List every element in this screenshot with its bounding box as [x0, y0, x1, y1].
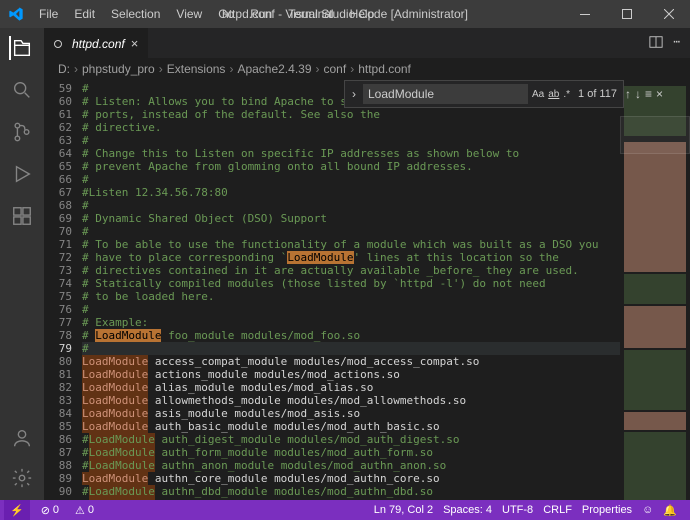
code-line[interactable]: # Dynamic Shared Object (DSO) Support: [82, 212, 620, 225]
title-bar: FileEditSelectionViewGoRunTerminalHelp h…: [0, 0, 690, 28]
status-spaces[interactable]: Spaces: 4: [438, 504, 497, 516]
code-line[interactable]: LoadModule authn_core_module modules/mod…: [82, 472, 620, 485]
status-remote[interactable]: ⚡: [4, 500, 30, 520]
code-line[interactable]: #LoadModule authn_dbd_module modules/mod…: [82, 485, 620, 498]
search-icon[interactable]: [10, 78, 34, 102]
find-expand-icon[interactable]: ›: [349, 87, 359, 101]
find-close-icon[interactable]: ×: [656, 87, 663, 101]
status-bar: ⚡ ⊘ 0 ⚠ 0 Ln 79, Col 2 Spaces: 4 UTF-8 C…: [0, 500, 690, 520]
status-line-col[interactable]: Ln 79, Col 2: [369, 504, 438, 516]
code-line[interactable]: # directives contained in it are actuall…: [82, 264, 620, 277]
code-line[interactable]: #LoadModule authn_anon_module modules/mo…: [82, 459, 620, 472]
status-errors[interactable]: ⊘ 0: [36, 504, 64, 517]
close-button[interactable]: [648, 0, 690, 28]
code-line[interactable]: # have to place corresponding `LoadModul…: [82, 251, 620, 264]
match-word-icon[interactable]: ab: [548, 85, 559, 103]
code-line[interactable]: #LoadModule authn_dbm_module modules/mod…: [82, 498, 620, 500]
status-eol[interactable]: CRLF: [538, 504, 577, 516]
breadcrumb[interactable]: D: › phpstudy_pro › Extensions › Apache2…: [44, 58, 690, 80]
code-line[interactable]: #: [82, 173, 620, 186]
code-line[interactable]: # ports, instead of the default. See als…: [82, 108, 620, 121]
settings-gear-icon[interactable]: [10, 466, 34, 490]
code-line[interactable]: # Statically compiled modules (those lis…: [82, 277, 620, 290]
code-line[interactable]: #: [82, 199, 620, 212]
find-prev-icon[interactable]: ↑: [625, 87, 631, 101]
code-area[interactable]: › Aa ab .* 1 of 117 ↑ ↓ ≡ × 596061626364…: [44, 80, 690, 500]
split-editor-icon[interactable]: [649, 35, 663, 52]
status-encoding[interactable]: UTF-8: [497, 504, 538, 516]
editor-area: httpd.conf × ⋯ D: › phpstudy_pro › Exten…: [44, 28, 690, 500]
find-input[interactable]: [363, 84, 528, 104]
menu-terminal[interactable]: Terminal: [281, 3, 340, 25]
explorer-icon[interactable]: [9, 36, 33, 60]
find-selection-icon[interactable]: ≡: [645, 87, 652, 101]
code-line[interactable]: # prevent Apache from glomming onto all …: [82, 160, 620, 173]
menu-help[interactable]: Help: [343, 3, 382, 25]
code-line[interactable]: LoadModule actions_module modules/mod_ac…: [82, 368, 620, 381]
line-gutter: 5960616263646566676869707172737475767778…: [44, 80, 82, 500]
code-line[interactable]: LoadModule asis_module modules/mod_asis.…: [82, 407, 620, 420]
more-actions-icon[interactable]: ⋯: [673, 35, 680, 52]
menu-run[interactable]: Run: [243, 3, 279, 25]
code-line[interactable]: LoadModule auth_basic_module modules/mod…: [82, 420, 620, 433]
breadcrumb-segment[interactable]: Apache2.4.39: [237, 62, 311, 76]
find-count: 1 of 117: [574, 88, 621, 100]
breadcrumb-segment[interactable]: Extensions: [167, 62, 226, 76]
code-line[interactable]: LoadModule allowmethods_module modules/m…: [82, 394, 620, 407]
code-line[interactable]: #: [82, 303, 620, 316]
extensions-icon[interactable]: [10, 204, 34, 228]
menu-view[interactable]: View: [169, 3, 209, 25]
code-line[interactable]: #: [82, 342, 620, 355]
run-debug-icon[interactable]: [10, 162, 34, 186]
find-next-icon[interactable]: ↓: [635, 87, 641, 101]
breadcrumb-segment[interactable]: httpd.conf: [358, 62, 411, 76]
tabs-row: httpd.conf × ⋯: [44, 28, 690, 58]
code-line[interactable]: #: [82, 134, 620, 147]
code-line[interactable]: LoadModule access_compat_module modules/…: [82, 355, 620, 368]
breadcrumb-segment[interactable]: phpstudy_pro: [82, 62, 155, 76]
modified-dot-icon: [54, 40, 62, 48]
window-controls: [564, 0, 690, 28]
minimize-button[interactable]: [564, 0, 606, 28]
menu-selection[interactable]: Selection: [104, 3, 167, 25]
breadcrumb-segment[interactable]: D:: [58, 62, 70, 76]
menu-file[interactable]: File: [32, 3, 65, 25]
match-case-icon[interactable]: Aa: [532, 85, 544, 103]
code-line[interactable]: # Example:: [82, 316, 620, 329]
code-line[interactable]: # LoadModule foo_module modules/mod_foo.…: [82, 329, 620, 342]
code-line[interactable]: #LoadModule auth_digest_module modules/m…: [82, 433, 620, 446]
code-line[interactable]: # Change this to Listen on specific IP a…: [82, 147, 620, 160]
activity-bar: [0, 28, 44, 500]
regex-icon[interactable]: .*: [563, 85, 570, 103]
code-line[interactable]: #: [82, 225, 620, 238]
code-line[interactable]: #Listen 12.34.56.78:80: [82, 186, 620, 199]
menu-bar: FileEditSelectionViewGoRunTerminalHelp: [32, 3, 381, 25]
code-line[interactable]: #LoadModule auth_form_module modules/mod…: [82, 446, 620, 459]
code-line[interactable]: # directive.: [82, 121, 620, 134]
minimap[interactable]: [620, 80, 690, 500]
status-language[interactable]: Properties: [577, 504, 637, 516]
tab-actions: ⋯: [649, 35, 690, 52]
menu-edit[interactable]: Edit: [67, 3, 102, 25]
tab-label: httpd.conf: [72, 37, 125, 51]
find-widget: › Aa ab .* 1 of 117 ↑ ↓ ≡ ×: [344, 80, 624, 108]
status-feedback-icon[interactable]: ☺: [637, 504, 658, 516]
status-bell-icon[interactable]: 🔔: [658, 504, 682, 517]
maximize-button[interactable]: [606, 0, 648, 28]
account-icon[interactable]: [10, 426, 34, 450]
code-line[interactable]: LoadModule alias_module modules/mod_alia…: [82, 381, 620, 394]
breadcrumb-segment[interactable]: conf: [324, 62, 347, 76]
code-line[interactable]: # to be loaded here.: [82, 290, 620, 303]
code-lines[interactable]: ## Listen: Allows you to bind Apache to …: [82, 80, 620, 500]
status-warnings[interactable]: ⚠ 0: [70, 504, 99, 517]
tab-close-icon[interactable]: ×: [131, 36, 139, 51]
menu-go[interactable]: Go: [211, 3, 241, 25]
code-line[interactable]: # To be able to use the functionality of…: [82, 238, 620, 251]
source-control-icon[interactable]: [10, 120, 34, 144]
tab-httpd-conf[interactable]: httpd.conf ×: [44, 28, 148, 58]
vscode-logo-icon: [8, 6, 24, 22]
